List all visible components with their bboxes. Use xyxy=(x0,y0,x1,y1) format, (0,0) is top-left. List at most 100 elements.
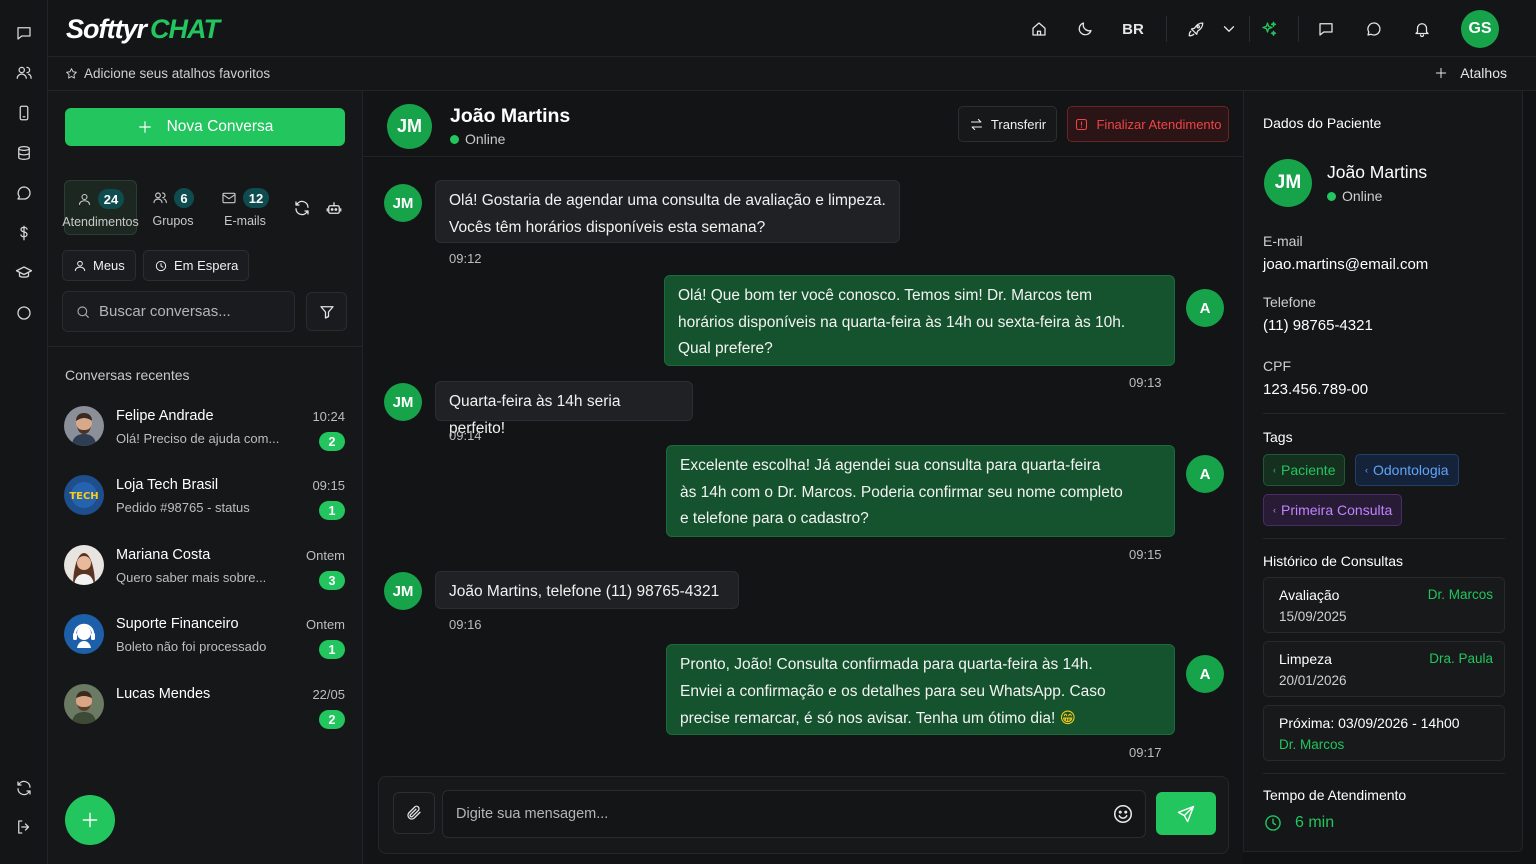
message-line: às 14h com o Dr. Marcos. Poderia confirm… xyxy=(680,483,1123,501)
message-line: Quarta-feira às 14h seria perfeito! xyxy=(449,393,621,437)
tab-emails[interactable]: 12 E-mails xyxy=(210,180,280,235)
tag-label: Odontologia xyxy=(1373,462,1449,478)
graduation-icon[interactable] xyxy=(13,262,35,284)
unread-badge: 1 xyxy=(319,640,345,659)
divider xyxy=(1263,413,1505,414)
message-input[interactable] xyxy=(456,791,1096,837)
user-icon xyxy=(74,260,86,271)
plus-icon xyxy=(82,812,98,828)
send-button[interactable] xyxy=(1156,792,1216,835)
refresh-icon[interactable] xyxy=(13,777,35,799)
new-conversation-button[interactable]: Nova Conversa xyxy=(65,108,345,146)
contact-name: Mariana Costa xyxy=(116,547,211,563)
message-line: Pronto, João! Consulta confirmada para q… xyxy=(680,656,1093,673)
chevron-down-icon[interactable] xyxy=(1218,18,1240,40)
message-time: 09:17 xyxy=(1129,745,1162,760)
shortcuts-button[interactable]: Atalhos xyxy=(1434,65,1507,81)
circle-icon[interactable] xyxy=(13,302,35,324)
contact-avatar: TECH xyxy=(64,475,104,515)
conversation-item[interactable]: Felipe Andrade Olá! Preciso de ajuda com… xyxy=(48,402,363,464)
contact-avatar xyxy=(64,545,104,585)
tab-atendimentos[interactable]: 24 Atendimentos xyxy=(62,180,139,235)
moon-icon[interactable] xyxy=(1074,18,1096,40)
user-icon xyxy=(78,193,90,205)
conversation-item[interactable]: TECH Loja Tech Brasil Pedido #98765 - st… xyxy=(48,471,363,533)
add-fab-button[interactable] xyxy=(65,795,115,845)
phone-device-icon[interactable] xyxy=(13,102,35,124)
history-item[interactable]: Limpeza 20/01/2026 Dra. Paula xyxy=(1263,641,1505,697)
conversation-time: Ontem xyxy=(305,548,345,563)
chat-icon[interactable] xyxy=(13,22,35,44)
search-box xyxy=(62,291,295,332)
filter-icon[interactable] xyxy=(306,292,347,331)
history-title: Avaliação xyxy=(1279,587,1340,603)
message-bubble-outgoing: Excelente escolha! Já agendei sua consul… xyxy=(666,445,1175,537)
conversation-list-panel: Nova Conversa 24 Atendimentos 6 Grupos 1… xyxy=(48,91,363,864)
icon-rail xyxy=(0,0,48,864)
message-avatar: JM xyxy=(384,383,422,421)
filter-mine-button[interactable]: Meus xyxy=(62,250,136,281)
message-line: horários disponíveis na quarta-feira às … xyxy=(678,313,1126,331)
tag-chip[interactable]: ‹ Paciente xyxy=(1263,454,1346,486)
filter-waiting-button[interactable]: Em Espera xyxy=(143,250,250,281)
conversation-item[interactable]: Suporte Financeiro Boleto não foi proces… xyxy=(48,610,363,672)
phone-value: (11) 98765-4321 xyxy=(1263,317,1373,334)
patient-panel: Dados do Paciente JM João Martins Online… xyxy=(1243,91,1523,852)
refresh-icon[interactable] xyxy=(291,197,313,219)
dollar-icon[interactable] xyxy=(13,222,35,244)
message-line: precise remarcar, é só nos avisar. Tenha… xyxy=(680,710,1056,727)
paperclip-icon[interactable] xyxy=(393,792,435,834)
user-avatar[interactable]: GS xyxy=(1461,10,1499,48)
logout-icon[interactable] xyxy=(13,816,35,838)
finalize-label: Finalizar Atendimento xyxy=(1096,116,1222,132)
search-input[interactable] xyxy=(99,303,284,320)
favorites-bar: Adicione seus atalhos favoritos Atalhos xyxy=(48,57,1536,91)
filter-mine-label: Meus xyxy=(93,258,125,273)
message-avatar: JM xyxy=(384,572,422,610)
history-item[interactable]: Avaliação 15/09/2025 Dr. Marcos xyxy=(1263,577,1505,633)
unread-badge: 2 xyxy=(319,710,345,729)
message-preview: Quero saber mais sobre... xyxy=(116,570,267,585)
tab-label: E-mails xyxy=(224,214,266,228)
email-value: joao.martins@email.com xyxy=(1263,256,1429,273)
unread-badge: 2 xyxy=(319,432,345,451)
search-icon xyxy=(77,305,89,318)
tag-chip[interactable]: ‹ Odontologia xyxy=(1355,454,1459,486)
transfer-button[interactable]: Transferir xyxy=(958,106,1057,142)
history-item-next[interactable]: Próxima: 03/09/2026 - 14h00 Dr. Marcos xyxy=(1263,705,1505,761)
shortcuts-label: Atalhos xyxy=(1460,65,1507,81)
divider xyxy=(1298,16,1299,42)
whatsapp-icon[interactable] xyxy=(1363,18,1385,40)
panel-title: Dados do Paciente xyxy=(1263,115,1382,131)
bell-icon[interactable] xyxy=(1411,18,1433,40)
language-selector[interactable]: BR xyxy=(1116,18,1150,40)
sparkles-icon[interactable] xyxy=(1258,18,1280,40)
tag-chip[interactable]: ‹ Primeira Consulta xyxy=(1263,494,1403,526)
robot-icon[interactable] xyxy=(323,197,345,219)
message-preview: Olá! Preciso de ajuda com... xyxy=(116,431,280,446)
message-line: João Martins, telefone (11) 98765-4321 xyxy=(449,583,720,600)
smile-icon[interactable] xyxy=(1112,803,1134,825)
plus-icon xyxy=(1436,67,1447,79)
conversation-item[interactable]: Mariana Costa Quero saber mais sobre... … xyxy=(48,541,363,603)
message-square-icon[interactable] xyxy=(1315,18,1337,40)
conversation-time: 22/05 xyxy=(312,687,345,702)
phone-label: Telefone xyxy=(1263,294,1316,310)
message-circle-icon[interactable] xyxy=(13,182,35,204)
svg-text:TECH: TECH xyxy=(69,491,98,502)
tab-grupos[interactable]: 6 Grupos xyxy=(138,180,208,235)
database-icon[interactable] xyxy=(13,142,35,164)
finalize-button[interactable]: Finalizar Atendimento xyxy=(1067,106,1229,142)
divider xyxy=(48,346,363,347)
chat-header: JM João Martins Online Transferir Finali… xyxy=(363,91,1243,157)
rocket-icon[interactable] xyxy=(1185,18,1207,40)
email-label: E-mail xyxy=(1263,233,1303,249)
brand-logo[interactable]: Softtyr CHAT xyxy=(66,14,220,45)
conversation-item[interactable]: Lucas Mendes 22/05 2 xyxy=(48,680,363,742)
message-time: 09:12 xyxy=(449,251,482,266)
home-icon[interactable] xyxy=(1028,18,1050,40)
users-icon[interactable] xyxy=(13,62,35,84)
tags-label: Tags xyxy=(1263,429,1293,445)
message-preview: Boleto não foi processado xyxy=(116,639,267,654)
contact-avatar[interactable]: JM xyxy=(387,104,432,149)
